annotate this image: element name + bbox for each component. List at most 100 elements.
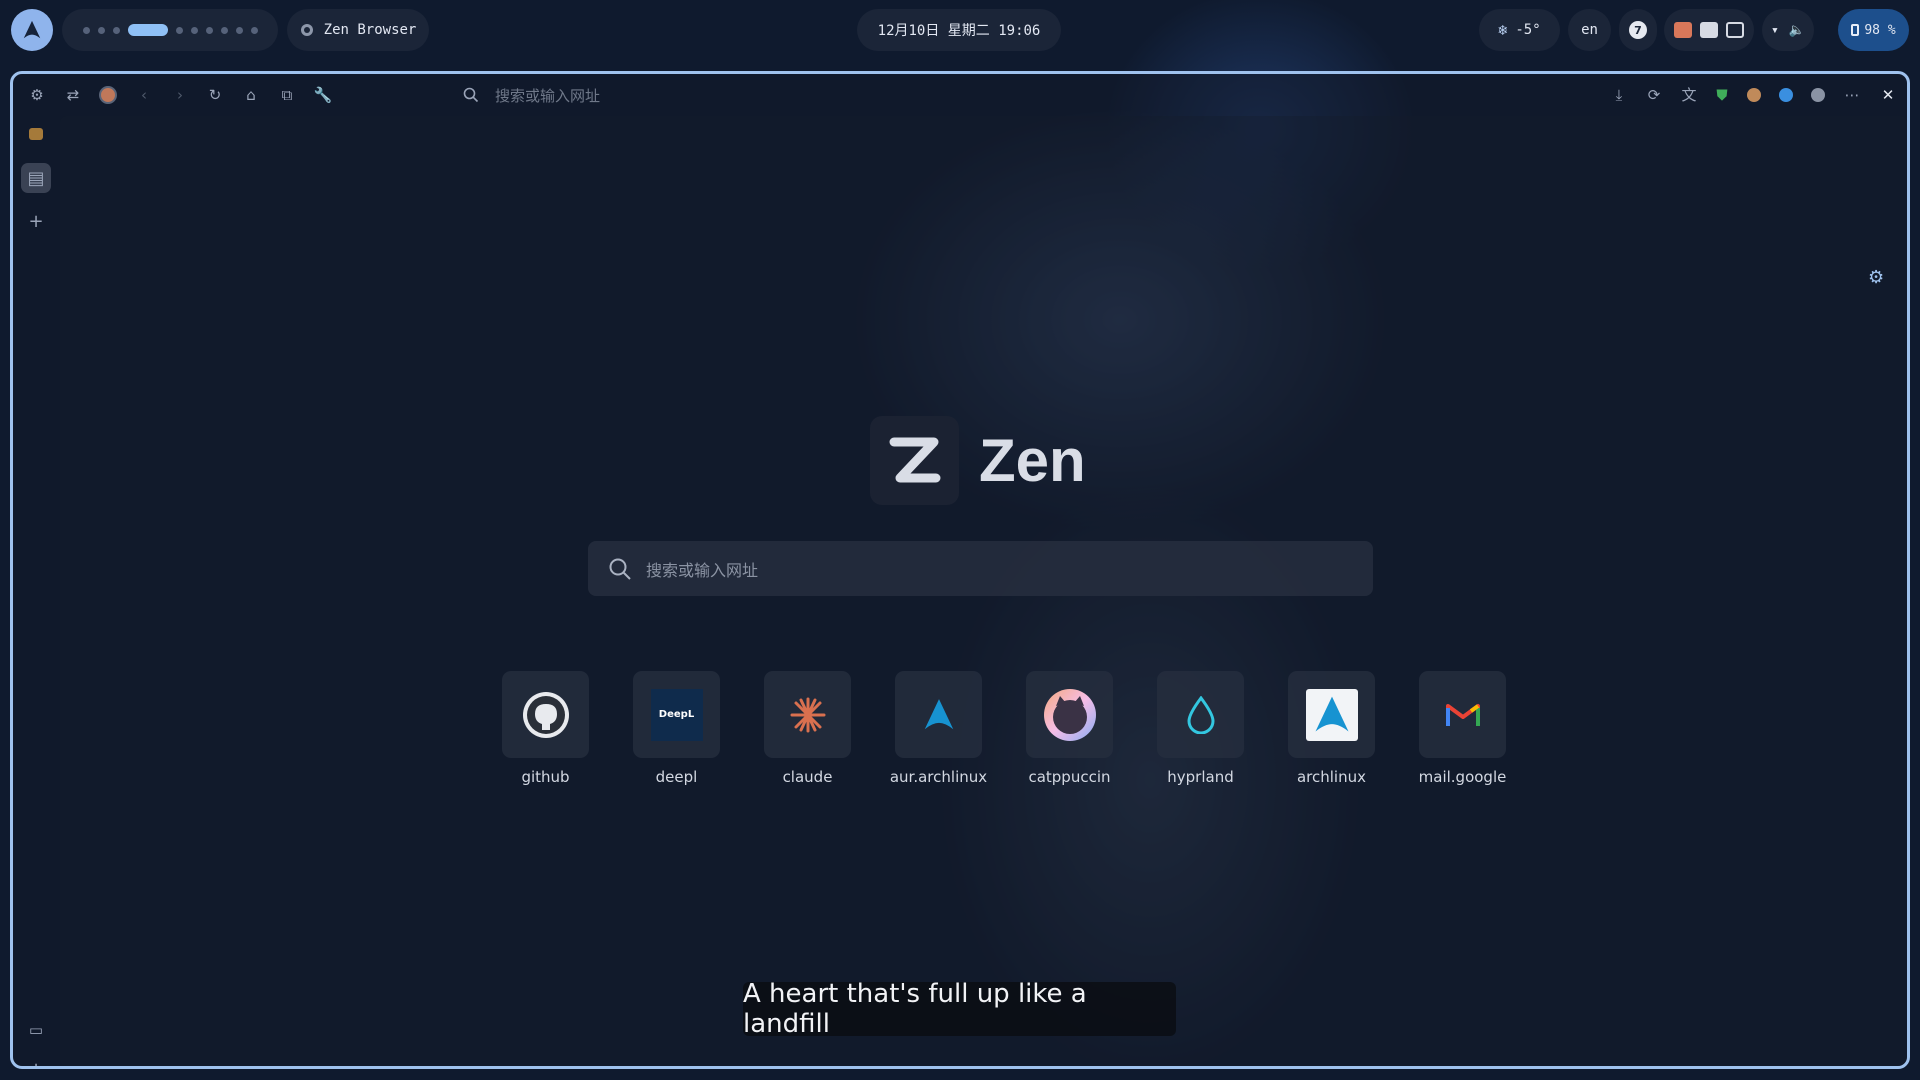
gmail-icon [1445,703,1480,726]
arch-launcher-button[interactable] [11,9,53,51]
battery-icon [1851,24,1860,36]
lyric-text: A heart that's full up like a landfill [743,979,1087,1039]
download-icon[interactable]: ⤓ [1610,86,1628,104]
workspace-dot[interactable] [97,26,105,34]
workspace-active[interactable] [127,24,168,36]
sync-icon[interactable]: ⇄ [64,86,82,104]
zen-logo: Zen [870,416,1086,505]
shortcut-label: archlinux [1296,768,1366,786]
top-bar: Zen Browser 12月10日 星期二 19:06 ❄ -5° en 7 … [0,0,1920,60]
profile-avatar[interactable] [99,86,117,104]
workspace-switcher[interactable] [62,9,278,51]
workspace-dot[interactable] [220,26,228,34]
shortcut-label: aur.archlinux [889,768,988,786]
sidebar-item-extension[interactable] [21,119,51,149]
network-volume[interactable]: ▾ 🔈 [1762,9,1814,51]
shortcut-tile[interactable] [895,671,982,758]
shortcut-mail-google[interactable]: mail.google [1397,671,1528,786]
archlinux-icon [1305,688,1358,741]
extension-gray-icon[interactable] [1809,86,1827,104]
volume-icon[interactable]: 🔈 [1789,23,1805,38]
customize-gear-icon[interactable]: ⚙ [1868,267,1884,288]
tray-image-icon[interactable] [1700,22,1718,38]
system-tray [1664,9,1754,51]
workspace-dot[interactable] [190,26,198,34]
settings-icon[interactable]: ⚙ [28,86,46,104]
wifi-icon[interactable]: ▾ [1771,23,1779,38]
github-icon [522,691,569,738]
notification-count: 7 [1629,21,1647,39]
brand-name: Zen [979,427,1086,494]
shortcut-catppuccin[interactable]: catppuccin [1004,671,1135,786]
browser-toolbar: ⚙ ⇄ ‹ › ↻ ⌂ ⧉ 🔧 搜索或输入网址 ⤓ ⟳ 文 ⛊ ⋯ ✕ [13,74,1907,116]
top-sites: github DeepL deepl claude aur.archlinux … [480,671,1506,801]
hyprland-icon [1186,695,1215,734]
battery-indicator[interactable]: 98 % [1838,9,1909,51]
search-input[interactable]: 搜索或输入网址 [588,541,1373,596]
back-icon[interactable]: ‹ [135,86,153,104]
shortcut-claude[interactable]: claude [742,671,873,786]
shortcut-archlinux[interactable]: archlinux [1266,671,1397,786]
new-tab-icon[interactable]: + [21,206,51,236]
clock-label: 12月10日 星期二 19:06 [877,23,1041,39]
active-window-title: Zen Browser [287,9,429,51]
workspace-dot[interactable] [250,26,258,34]
tools-icon[interactable]: 🔧 [314,86,333,104]
shortcut-deepl[interactable]: DeepL deepl [611,671,742,786]
shortcut-label: catppuccin [1028,768,1111,786]
shortcut-aur-archlinux[interactable]: aur.archlinux [873,671,1004,786]
keyboard-language[interactable]: en [1568,9,1611,51]
shortcut-tile[interactable] [1026,671,1113,758]
deepl-icon: DeepL [650,688,703,741]
sidebar-toggle-icon[interactable]: ▭ [21,1015,51,1045]
keyboard-icon[interactable] [1726,22,1744,38]
lyrics-overlay: A heart that's full up like a landfill [743,979,1176,1039]
temperature-label: -5° [1515,22,1541,38]
notification-center[interactable]: 7 [1619,9,1657,51]
screenshot-icon[interactable]: ⧉ [278,86,296,104]
workspace-dot[interactable] [82,26,90,34]
weather-widget[interactable]: ❄ -5° [1479,9,1560,51]
more-menu-icon[interactable]: ⋯ [1843,86,1861,104]
zen-logo-icon [870,416,959,505]
shortcut-hyprland[interactable]: hyprland [1135,671,1266,786]
browser-window: ⚙ ⇄ ‹ › ↻ ⌂ ⧉ 🔧 搜索或输入网址 ⤓ ⟳ 文 ⛊ ⋯ ✕ ▤ + … [10,71,1910,1069]
zen-app-icon [300,24,313,36]
shortcut-tile[interactable] [1157,671,1244,758]
search-icon [609,558,631,580]
shortcut-label: hyprland [1167,768,1234,786]
tray-app-icon[interactable] [1674,22,1692,38]
reload-icon[interactable]: ↻ [206,86,224,104]
shortcut-tile[interactable] [1288,671,1375,758]
shortcut-tile[interactable] [502,671,589,758]
new-workspace-icon[interactable]: + [21,1054,51,1067]
workspace-dot[interactable] [235,26,243,34]
sidebar-item-tab-active[interactable]: ▤ [21,163,51,193]
extension-icon[interactable] [1745,86,1763,104]
extensions-icon[interactable]: ⟳ [1645,86,1663,104]
extension-blue-icon[interactable] [1777,86,1795,104]
workspace-dot[interactable] [175,26,183,34]
claude-icon [790,697,825,732]
forward-icon[interactable]: › [171,86,189,104]
workspace-dot[interactable] [205,26,213,34]
catppuccin-icon [1043,688,1096,741]
shortcut-tile[interactable] [764,671,851,758]
workspace-dot[interactable] [112,26,120,34]
browser-sidebar: ▤ + ▭ + [13,116,60,1066]
arch-logo-icon [23,20,41,39]
shortcut-tile[interactable] [1419,671,1506,758]
shortcut-tile[interactable]: DeepL [633,671,720,758]
home-icon[interactable]: ⌂ [242,86,260,104]
shield-icon[interactable]: ⛊ [1713,86,1731,104]
shortcut-label: mail.google [1418,768,1507,786]
translate-icon[interactable]: 文 [1680,86,1698,104]
close-icon[interactable]: ✕ [1879,86,1897,104]
url-placeholder: 搜索或输入网址 [495,86,601,105]
search-icon [463,87,479,103]
shortcut-github[interactable]: github [480,671,611,786]
url-bar[interactable]: 搜索或输入网址 [463,82,1493,108]
clock[interactable]: 12月10日 星期二 19:06 [857,9,1061,51]
new-tab-page: ⚙ Zen 搜索或输入网址 github DeepL deepl claude … [60,116,1907,1066]
app-name-label: Zen Browser [323,22,417,38]
